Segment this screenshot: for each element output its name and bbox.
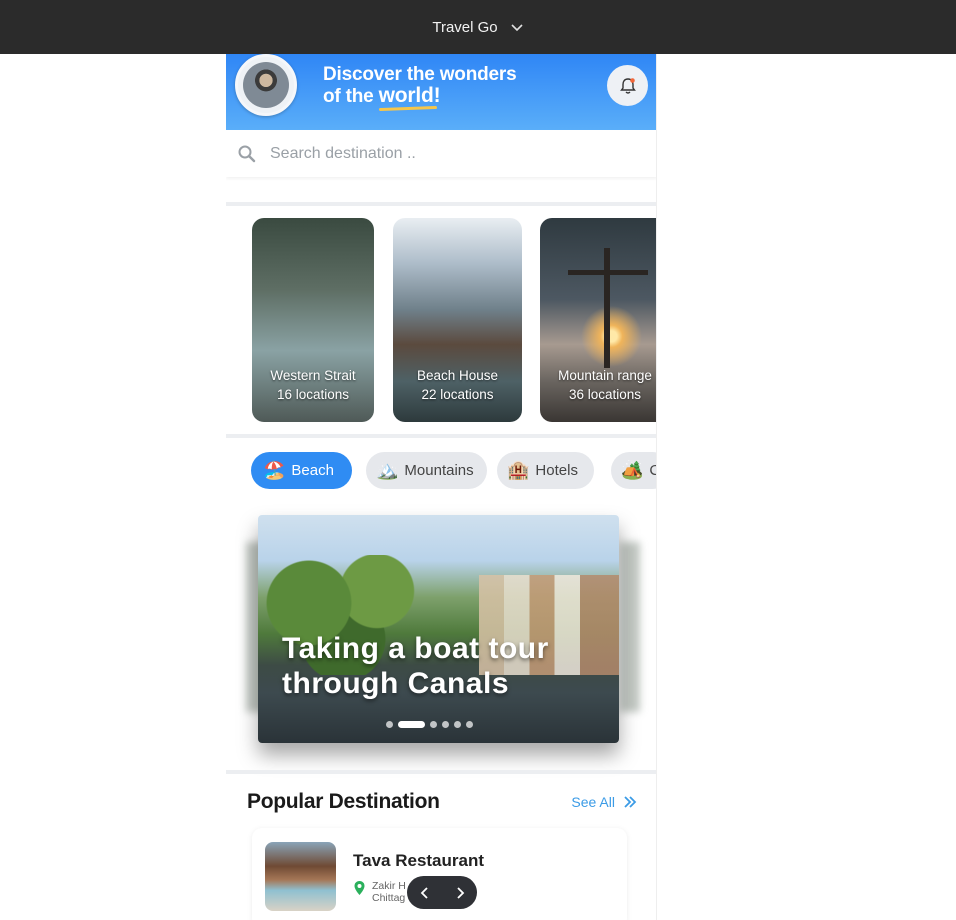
- chip-camping[interactable]: 🏕️ Ca: [611, 452, 656, 489]
- page-navigation: [407, 876, 477, 909]
- location-pin-icon: [354, 881, 365, 895]
- search-input[interactable]: [270, 144, 630, 163]
- header-title-highlight: world!: [378, 84, 441, 107]
- chip-hotels[interactable]: 🏨 Hotels: [497, 452, 594, 489]
- popular-title: Popular Destination: [247, 790, 440, 813]
- card-beach-house[interactable]: Beach House 22 locations: [393, 218, 522, 422]
- featured-carousel[interactable]: Taking a boat tour through Canals: [258, 515, 619, 743]
- carousel-indicator: [386, 721, 473, 728]
- chip-label: Mountains: [404, 462, 474, 479]
- carousel-dot[interactable]: [386, 721, 393, 728]
- header-title-line2: of the world!: [323, 85, 516, 107]
- double-chevron-right-icon: [624, 796, 637, 808]
- card-caption: Beach House 22 locations: [393, 366, 522, 404]
- app-title[interactable]: Travel Go: [432, 19, 497, 36]
- card-mountain-range[interactable]: Mountain range 36 locations: [540, 218, 656, 422]
- prev-button[interactable]: [417, 885, 433, 901]
- card-name: Western Strait: [270, 368, 356, 383]
- carousel-dot[interactable]: [454, 721, 461, 728]
- chip-label: Beach: [291, 462, 334, 479]
- section-divider: [226, 202, 656, 206]
- chevron-left-icon: [420, 886, 428, 899]
- cross-shape: [604, 248, 610, 368]
- location-line2: Chittag: [372, 892, 406, 904]
- phone-screen: Discover the wonders of the world! Weste…: [226, 54, 657, 920]
- app-top-bar: Travel Go: [0, 0, 956, 54]
- see-all-label: See All: [571, 794, 615, 810]
- search-icon: [238, 145, 256, 162]
- header-title-prefix: of the: [323, 86, 379, 107]
- avatar-photo: [243, 62, 289, 108]
- card-caption: Mountain range 36 locations: [540, 366, 656, 404]
- location-lines: Zakir H Chittag: [372, 880, 406, 904]
- featured-title-line1: Taking a boat tour: [282, 632, 549, 665]
- chip-label: Ca: [649, 462, 656, 479]
- category-chips: 🏖️ Beach 🏔️ Mountains 🏨 Hotels 🏕️ Ca: [251, 452, 656, 490]
- header-banner: Discover the wonders of the world!: [226, 54, 656, 130]
- section-divider: [226, 434, 656, 438]
- carousel-dot-active[interactable]: [398, 721, 425, 728]
- chip-label: Hotels: [535, 462, 578, 479]
- next-button[interactable]: [452, 885, 468, 901]
- carousel-dot[interactable]: [430, 721, 437, 728]
- card-western-strait[interactable]: Western Strait 16 locations: [252, 218, 374, 422]
- hotel-icon: 🏨: [507, 460, 530, 480]
- chevron-down-icon[interactable]: [510, 20, 524, 34]
- card-count: 16 locations: [276, 387, 350, 402]
- popular-header: Popular Destination See All: [247, 790, 637, 814]
- see-all-link[interactable]: See All: [571, 794, 637, 810]
- header-title-line1: Discover the wonders: [323, 64, 517, 85]
- carousel-dot[interactable]: [466, 721, 473, 728]
- chevron-right-icon: [456, 886, 464, 899]
- location-line1: Zakir H: [372, 880, 406, 892]
- featured-title: Taking a boat tour through Canals: [282, 631, 549, 701]
- cross-arm: [568, 270, 648, 275]
- destination-name: Tava Restaurant: [353, 851, 485, 870]
- destination-location: Zakir H Chittag: [353, 880, 406, 904]
- bell-icon: [619, 77, 636, 94]
- destination-thumbnail: [265, 842, 336, 911]
- category-cards: Western Strait 16 locations Beach House …: [252, 218, 656, 423]
- avatar[interactable]: [235, 54, 297, 116]
- chip-beach[interactable]: 🏖️ Beach: [251, 452, 352, 489]
- card-name: Beach House: [416, 368, 499, 383]
- carousel-next-peek: [620, 542, 640, 712]
- beach-icon: 🏖️: [263, 460, 286, 480]
- chip-mountains[interactable]: 🏔️ Mountains: [366, 452, 487, 489]
- notification-button[interactable]: [607, 65, 648, 106]
- mountain-icon: 🏔️: [376, 460, 399, 480]
- card-name: Mountain range: [558, 368, 652, 383]
- camping-icon: 🏕️: [621, 460, 644, 480]
- search-bar: [226, 130, 656, 177]
- card-caption: Western Strait 16 locations: [252, 366, 374, 404]
- featured-image: [258, 515, 619, 743]
- card-count: 22 locations: [421, 387, 494, 402]
- featured-title-line2: through Canals: [282, 667, 510, 700]
- header-title: Discover the wonders of the world!: [323, 64, 517, 107]
- carousel-dot[interactable]: [442, 721, 449, 728]
- card-count: 36 locations: [568, 387, 642, 402]
- section-divider: [226, 770, 656, 774]
